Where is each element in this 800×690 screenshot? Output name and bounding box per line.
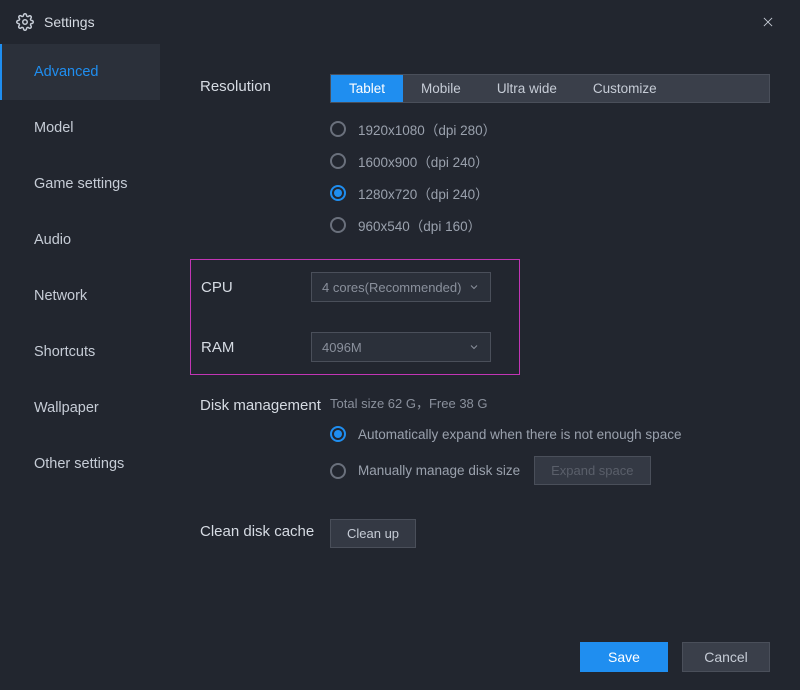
radio-circle (330, 463, 346, 479)
resolution-segmented: TabletMobileUltra wideCustomize (330, 74, 770, 103)
gear-icon (16, 13, 34, 31)
footer: Save Cancel (0, 640, 800, 690)
sidebar-item-other-settings[interactable]: Other settings (0, 436, 160, 492)
sidebar-item-wallpaper[interactable]: Wallpaper (0, 380, 160, 436)
window-title: Settings (44, 14, 95, 30)
disk-row: Disk management Total size 62 G，Free 38 … (200, 393, 770, 499)
disk-option[interactable]: Automatically expand when there is not e… (330, 426, 770, 442)
ram-value: 4096M (322, 340, 362, 355)
radio-circle (330, 121, 346, 137)
segment-tablet[interactable]: Tablet (331, 75, 403, 102)
resolution-option[interactable]: 1920x1080（dpi 280） (330, 119, 770, 139)
chevron-down-icon (468, 341, 480, 353)
sidebar: AdvancedModelGame settingsAudioNetworkSh… (0, 44, 160, 640)
disk-info: Total size 62 G，Free 38 G (330, 393, 770, 412)
segment-customize[interactable]: Customize (575, 75, 675, 102)
resolution-radio-list: 1920x1080（dpi 280） 1600x900（dpi 240） 1280x… (330, 119, 770, 235)
ram-row: RAM 4096M (191, 332, 509, 362)
radio-circle (330, 217, 346, 233)
radio-circle (330, 153, 346, 169)
expand-space-button: Expand space (534, 456, 650, 485)
cancel-button[interactable]: Cancel (682, 642, 770, 672)
resolution-option[interactable]: 1600x900（dpi 240） (330, 151, 770, 171)
resolution-option[interactable]: 1280x720（dpi 240） (330, 183, 770, 203)
content-pane: Resolution TabletMobileUltra wideCustomi… (160, 44, 800, 640)
save-button[interactable]: Save (580, 642, 668, 672)
cpu-ram-highlight: CPU 4 cores(Recommended) RAM 4096M (190, 259, 520, 375)
radio-label: 1920x1080（dpi 280） (358, 119, 496, 139)
radio-circle (330, 185, 346, 201)
clean-up-button[interactable]: Clean up (330, 519, 416, 548)
sidebar-item-audio[interactable]: Audio (0, 212, 160, 268)
close-button[interactable] (752, 6, 784, 38)
segment-mobile[interactable]: Mobile (403, 75, 479, 102)
resolution-option[interactable]: 960x540（dpi 160） (330, 215, 770, 235)
ram-dropdown[interactable]: 4096M (311, 332, 491, 362)
sidebar-item-model[interactable]: Model (0, 100, 160, 156)
cache-label: Clean disk cache (200, 519, 330, 548)
titlebar: Settings (0, 0, 800, 44)
disk-option[interactable]: Manually manage disk size Expand space (330, 456, 770, 485)
radio-label: Automatically expand when there is not e… (358, 427, 681, 442)
cpu-value: 4 cores(Recommended) (322, 280, 461, 295)
sidebar-item-game-settings[interactable]: Game settings (0, 156, 160, 212)
sidebar-item-advanced[interactable]: Advanced (0, 44, 160, 100)
sidebar-item-shortcuts[interactable]: Shortcuts (0, 324, 160, 380)
sidebar-item-network[interactable]: Network (0, 268, 160, 324)
cpu-label: CPU (191, 279, 311, 296)
cache-row: Clean disk cache Clean up (200, 519, 770, 548)
resolution-row: Resolution TabletMobileUltra wideCustomi… (200, 74, 770, 247)
cpu-dropdown[interactable]: 4 cores(Recommended) (311, 272, 491, 302)
cpu-row: CPU 4 cores(Recommended) (191, 272, 509, 302)
disk-label: Disk management (200, 393, 330, 499)
segment-ultra-wide[interactable]: Ultra wide (479, 75, 575, 102)
radio-label: 960x540（dpi 160） (358, 215, 481, 235)
resolution-label: Resolution (200, 74, 330, 247)
ram-label: RAM (191, 339, 311, 356)
radio-circle (330, 426, 346, 442)
chevron-down-icon (468, 281, 480, 293)
radio-label: 1600x900（dpi 240） (358, 151, 489, 171)
radio-label: 1280x720（dpi 240） (358, 183, 489, 203)
radio-label: Manually manage disk size (358, 463, 520, 478)
